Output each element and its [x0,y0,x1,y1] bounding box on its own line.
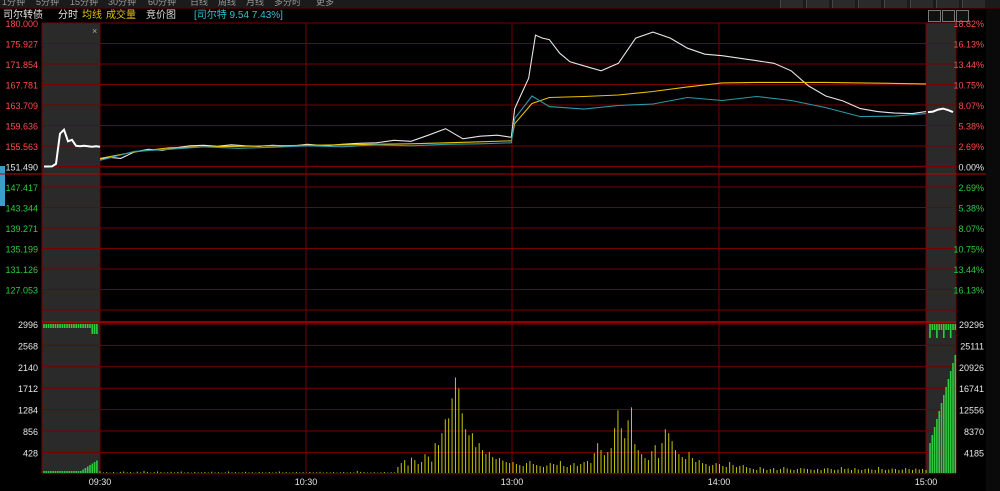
time-tick-label: 09:30 [89,477,112,487]
volume-tick-label: 2996 [18,320,38,330]
price-tick-label: 151.490 [5,163,38,173]
pct-tick-label: 13.44% [953,60,984,70]
pct-tick-label: 2.69% [958,183,984,193]
pct-tick-label: 16.13% [953,40,984,50]
price-line [99,31,927,160]
close-icon: × [92,26,97,36]
price-tick-label: 180.000 [5,19,38,29]
volume-tick-label: 2140 [18,363,38,373]
pct-tick-label: 5.38% [958,204,984,214]
price-tick-label: 139.271 [5,224,38,234]
time-tick-label: 13:00 [501,477,524,487]
pct-tick-label: 8.07% [958,224,984,234]
volume-tick-label: 856 [23,427,38,437]
volume-tick-label-right: 8370 [964,427,984,437]
pct-tick-label: 18.82% [953,19,984,29]
price-tick-label: 135.199 [5,245,38,255]
volume-tick-label-right: 29296 [959,320,984,330]
right-side-panel[interactable] [986,9,1000,491]
volume-tick-label: 1712 [18,384,38,394]
price-tick-label: 143.344 [5,204,38,214]
price-tick-label: 163.709 [5,101,38,111]
pct-tick-label: 8.07% [958,101,984,111]
time-tick-label: 14:00 [708,477,731,487]
pct-tick-label: 16.13% [953,286,984,296]
volume-tick-label-right: 4185 [964,448,984,458]
volume-tick-label-right: 20926 [959,363,984,373]
related-stock-line [99,95,927,161]
price-tick-label: 131.126 [5,265,38,275]
time-tick-label: 15:00 [915,477,938,487]
price-tick-label: 127.053 [5,286,38,296]
price-tick-label: 147.417 [5,183,38,193]
time-tick-label: 10:30 [295,477,318,487]
pct-tick-label: 10.75% [953,81,984,91]
price-tick-label: 175.927 [5,40,38,50]
price-tick-label: 167.781 [5,81,38,91]
volume-tick-label: 428 [23,448,38,458]
volume-tick-label: 2568 [18,341,38,351]
volume-tick-label-right: 12556 [959,406,984,416]
price-tick-label: 155.563 [5,142,38,152]
volume-tick-label: 1284 [18,406,38,416]
pct-tick-label: 2.69% [958,142,984,152]
pct-tick-label: 10.75% [953,245,984,255]
intraday-chart[interactable]: 180.000 18.82% 175.927 16.13% 171.854 13.44% 1… [0,0,986,491]
pct-tick-label: 13.44% [953,265,984,275]
volume-tick-label-right: 25111 [960,341,984,351]
volume-tick-label-right: 16741 [959,384,984,394]
price-tick-label: 159.636 [5,122,38,132]
pct-tick-label: 0.00% [958,163,984,173]
price-tick-label: 171.854 [5,60,38,70]
pct-tick-label: 5.38% [958,122,984,132]
